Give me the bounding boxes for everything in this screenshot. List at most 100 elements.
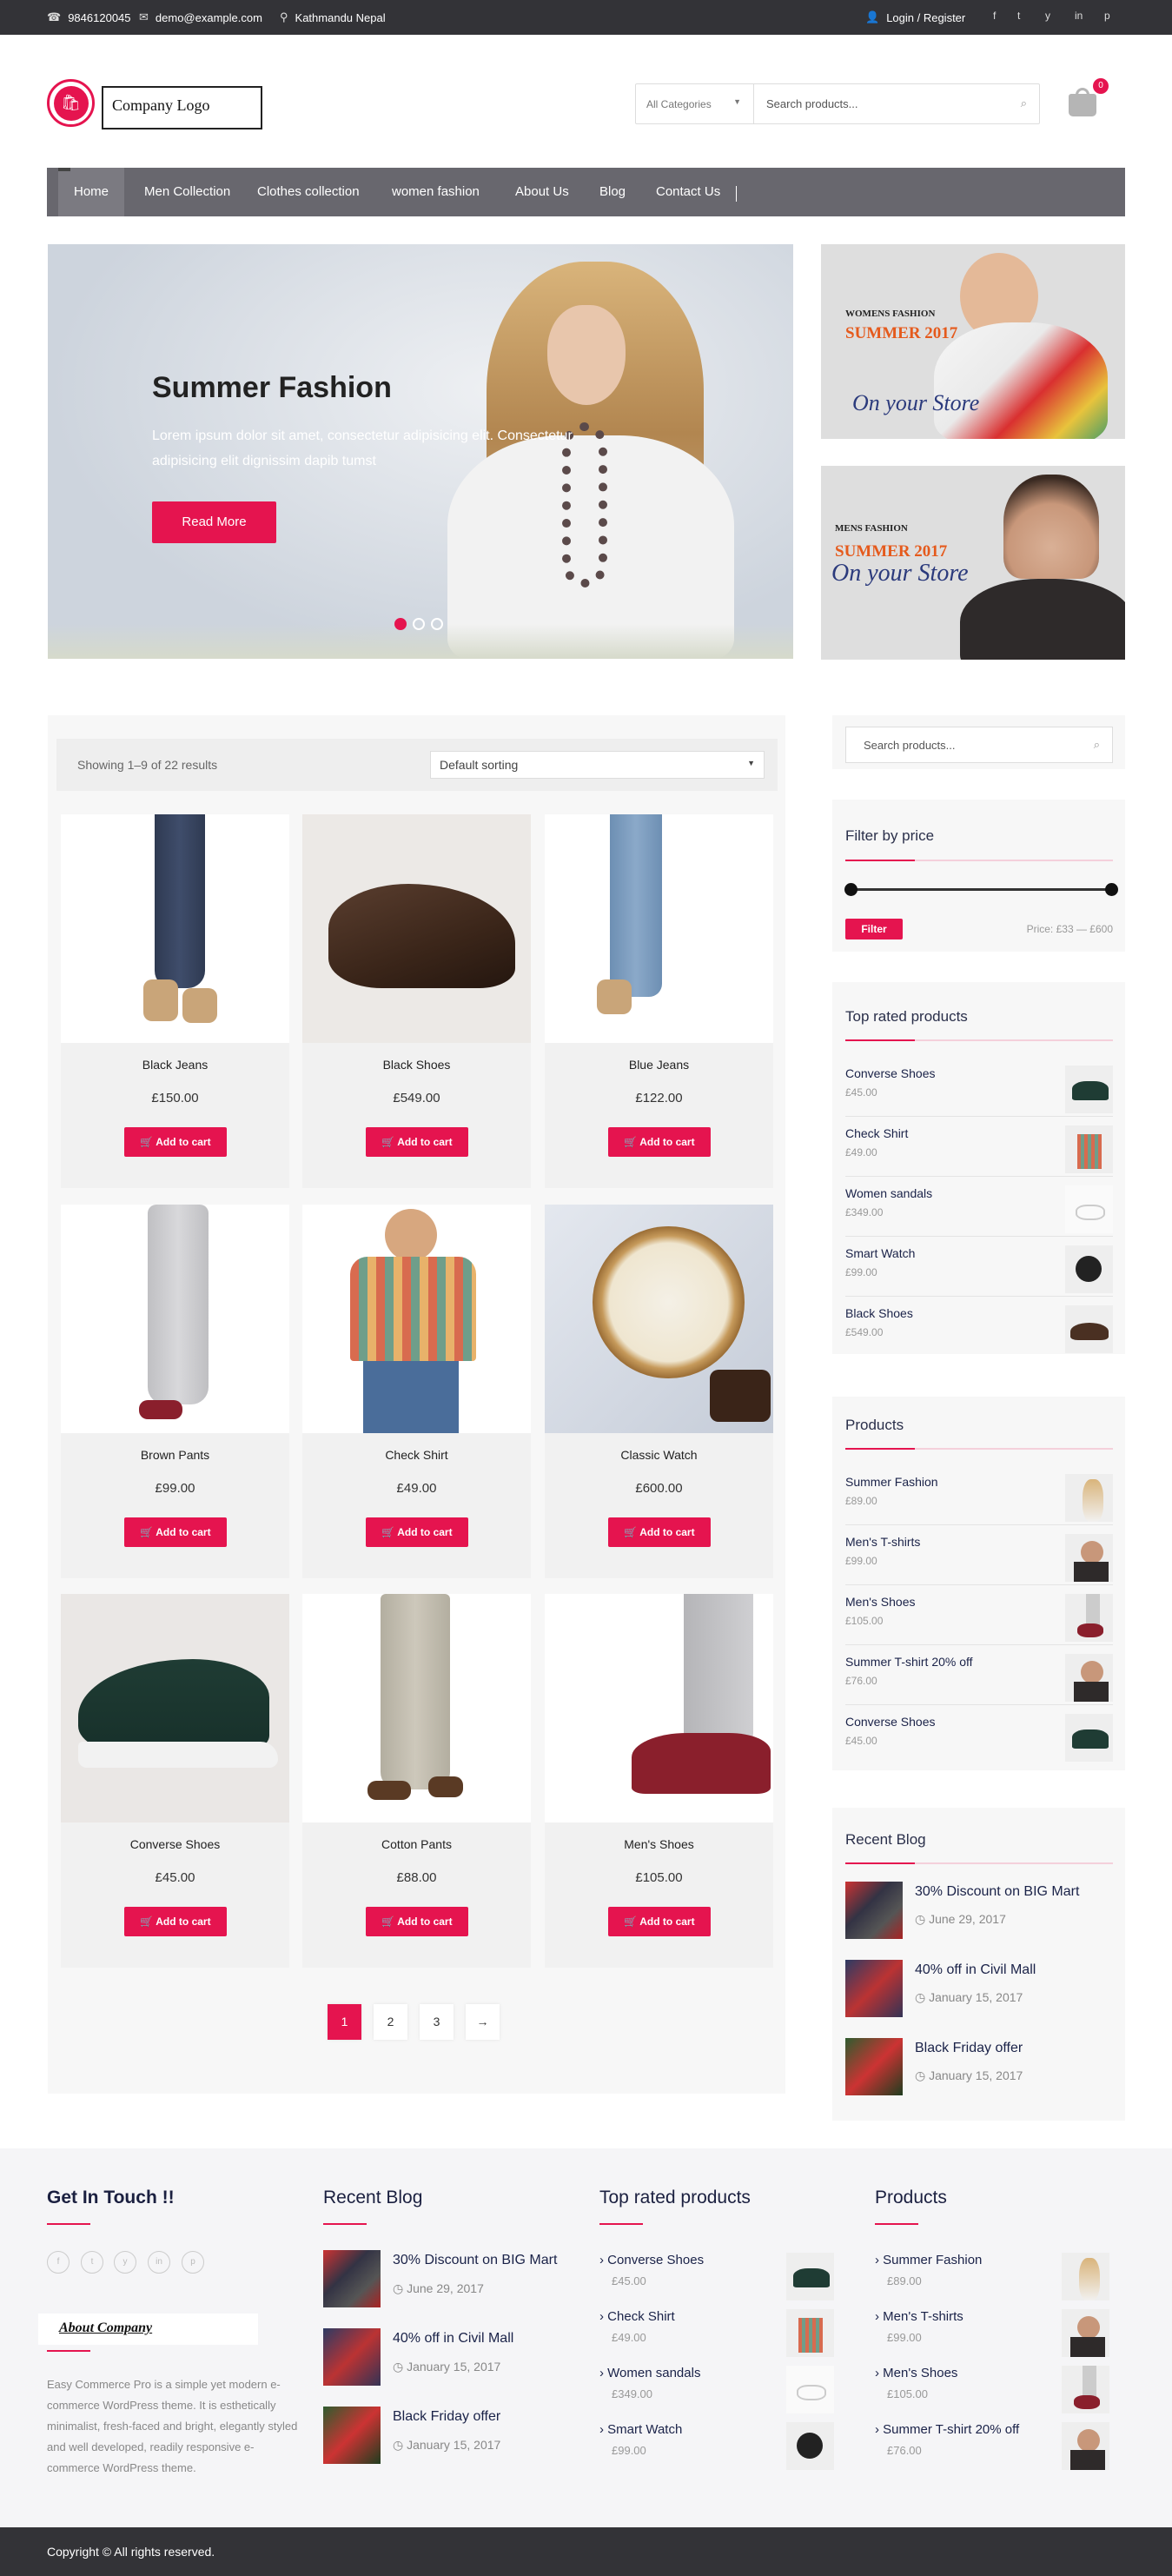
item-name[interactable]: Summer Fashion <box>845 1475 938 1489</box>
product-name[interactable]: Black Shoes <box>302 1058 531 1072</box>
twitter-icon[interactable]: t <box>1017 10 1020 22</box>
category-select[interactable]: All Categories ▼ <box>636 84 754 123</box>
product-card[interactable]: Check Shirt £49.00 🛒 Add to cart <box>302 1205 531 1578</box>
list-item[interactable]: Men's T-shirts £99.00 <box>845 1526 1113 1585</box>
pinterest-icon[interactable]: p <box>182 2251 204 2274</box>
slider-dot-3[interactable] <box>431 618 443 630</box>
add-to-cart-button[interactable]: 🛒 Add to cart <box>608 1907 711 1936</box>
thumbnail-mens-tshirts[interactable] <box>1065 1534 1113 1582</box>
product-card[interactable]: Men's Shoes £105.00 🛒 Add to cart <box>545 1594 773 1968</box>
thumbnail-summer-fashion[interactable] <box>1065 1474 1113 1522</box>
footer-item-name[interactable]: › Summer T-shirt 20% off <box>875 2422 1019 2437</box>
search-input[interactable]: Search products... <box>766 97 858 110</box>
cart-button[interactable]: 0 <box>1067 78 1109 120</box>
product-name[interactable]: Classic Watch <box>545 1448 773 1462</box>
thumbnail-smart-watch[interactable] <box>1065 1245 1113 1293</box>
blog-title[interactable]: Black Friday offer <box>915 2041 1023 2056</box>
product-card[interactable]: Brown Pants £99.00 🛒 Add to cart <box>61 1205 289 1578</box>
footer-item-name[interactable]: › Smart Watch <box>599 2422 682 2437</box>
product-name[interactable]: Brown Pants <box>61 1448 289 1462</box>
product-card[interactable]: Cotton Pants £88.00 🛒 Add to cart <box>302 1594 531 1968</box>
logo-badge-icon[interactable]: 🛍 <box>47 79 95 127</box>
product-name[interactable]: Men's Shoes <box>545 1837 773 1851</box>
item-name[interactable]: Men's Shoes <box>845 1595 916 1609</box>
linkedin-icon[interactable]: in <box>1075 10 1083 22</box>
footer-item-label[interactable]: Check Shirt <box>607 2309 675 2324</box>
search-icon[interactable]: ⌕ <box>1021 96 1027 110</box>
thumbnail-mens-tshirts[interactable] <box>1062 2309 1109 2357</box>
product-name[interactable]: Converse Shoes <box>61 1837 289 1851</box>
product-name[interactable]: Check Shirt <box>302 1448 531 1462</box>
item-name[interactable]: Men's T-shirts <box>845 1535 920 1549</box>
page-2[interactable]: 2 <box>374 2004 407 2040</box>
login-link[interactable]: 👤 Login / Register <box>865 10 965 24</box>
product-image-converse-shoes[interactable] <box>61 1594 289 1822</box>
blog-title[interactable]: 40% off in Civil Mall <box>393 2331 513 2347</box>
sorting-select[interactable]: Default sorting ▼ <box>430 751 765 779</box>
product-card[interactable]: Black Shoes £549.00 🛒 Add to cart <box>302 814 531 1188</box>
item-name[interactable]: Summer T-shirt 20% off <box>845 1655 973 1669</box>
thumbnail-mens-shoes[interactable] <box>1065 1594 1113 1642</box>
footer-item-name[interactable]: › Women sandals <box>599 2366 700 2380</box>
email-text[interactable]: demo@example.com <box>156 11 262 24</box>
thumbnail-women-sandals[interactable] <box>1065 1185 1113 1233</box>
nav-clothes-collection[interactable]: Clothes collection <box>242 168 375 216</box>
blog-thumbnail[interactable] <box>845 1882 903 1939</box>
youtube-icon[interactable]: y <box>1045 10 1050 22</box>
add-to-cart-button[interactable]: 🛒 Add to cart <box>608 1127 711 1157</box>
product-image-cotton-pants[interactable] <box>302 1594 531 1822</box>
filter-button[interactable]: Filter <box>845 919 903 939</box>
blog-thumbnail[interactable] <box>323 2407 381 2464</box>
footer-item-label[interactable]: Men's T-shirts <box>883 2309 963 2324</box>
list-item[interactable]: Converse Shoes £45.00 <box>845 1058 1113 1117</box>
list-item[interactable]: Women sandals £349.00 <box>845 1178 1113 1237</box>
list-item[interactable]: Men's Shoes £105.00 <box>845 1586 1113 1645</box>
thumbnail-converse-shoes[interactable] <box>1065 1066 1113 1113</box>
nav-women-fashion[interactable]: women fashion <box>376 168 495 216</box>
product-image-brown-pants[interactable] <box>61 1205 289 1433</box>
footer-item-name[interactable]: › Check Shirt <box>599 2309 675 2324</box>
footer-item-name[interactable]: › Converse Shoes <box>599 2253 704 2267</box>
twitter-icon[interactable]: t <box>81 2251 103 2274</box>
search-icon[interactable]: ⌕ <box>1094 738 1100 752</box>
product-name[interactable]: Blue Jeans <box>545 1058 773 1072</box>
add-to-cart-button[interactable]: 🛒 Add to cart <box>124 1517 227 1547</box>
thumbnail-women-sandals[interactable] <box>786 2366 834 2413</box>
read-more-button[interactable]: Read More <box>152 501 276 543</box>
footer-item-label[interactable]: Men's Shoes <box>883 2366 957 2380</box>
item-name[interactable]: Converse Shoes <box>845 1715 936 1729</box>
add-to-cart-button[interactable]: 🛒 Add to cart <box>608 1517 711 1547</box>
nav-contact-us[interactable]: Contact Us <box>640 168 736 216</box>
thumbnail-black-shoes[interactable] <box>1065 1305 1113 1353</box>
list-item[interactable]: Smart Watch £99.00 <box>845 1238 1113 1297</box>
email-info[interactable]: ✉ demo@example.com <box>139 10 262 24</box>
item-name[interactable]: Women sandals <box>845 1186 932 1200</box>
footer-item-label[interactable]: Converse Shoes <box>607 2253 704 2267</box>
facebook-icon[interactable]: f <box>47 2251 70 2274</box>
page-1[interactable]: 1 <box>328 2004 361 2040</box>
blog-title[interactable]: 30% Discount on BIG Mart <box>915 1884 1079 1900</box>
product-name[interactable]: Cotton Pants <box>302 1837 531 1851</box>
footer-item-label[interactable]: Summer T-shirt 20% off <box>883 2422 1019 2437</box>
product-card[interactable]: Classic Watch £600.00 🛒 Add to cart <box>545 1205 773 1578</box>
product-image-black-jeans[interactable] <box>61 814 289 1043</box>
linkedin-icon[interactable]: in <box>148 2251 170 2274</box>
thumbnail-mens-shoes[interactable] <box>1062 2366 1109 2413</box>
add-to-cart-button[interactable]: 🛒 Add to cart <box>366 1907 468 1936</box>
product-card[interactable]: Black Jeans £150.00 🛒 Add to cart <box>61 814 289 1188</box>
thumbnail-check-shirt[interactable] <box>1065 1125 1113 1173</box>
list-item[interactable]: Summer T-shirt 20% off £76.00 <box>845 1646 1113 1705</box>
footer-item-label[interactable]: Summer Fashion <box>883 2253 982 2267</box>
thumbnail-summer-tshirt[interactable] <box>1062 2422 1109 2470</box>
list-item[interactable]: Summer Fashion £89.00 <box>845 1466 1113 1525</box>
add-to-cart-button[interactable]: 🛒 Add to cart <box>366 1517 468 1547</box>
blog-title[interactable]: Black Friday offer <box>393 2409 500 2425</box>
item-name[interactable]: Black Shoes <box>845 1306 913 1320</box>
add-to-cart-button[interactable]: 🛒 Add to cart <box>124 1127 227 1157</box>
slider-dot-1[interactable] <box>394 618 407 630</box>
page-3[interactable]: 3 <box>420 2004 454 2040</box>
promo-mens-fashion[interactable]: MENS FASHION SUMMER 2017 On your Store <box>821 466 1125 660</box>
login-text[interactable]: Login / Register <box>886 11 965 24</box>
promo-womens-fashion[interactable]: WOMENS FASHION SUMMER 2017 On your Store <box>821 244 1125 439</box>
blog-thumbnail[interactable] <box>845 2038 903 2095</box>
